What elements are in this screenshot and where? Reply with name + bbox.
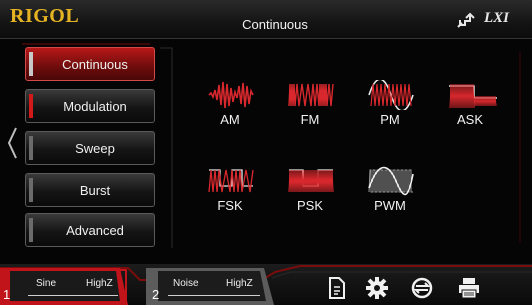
channel-underline — [28, 295, 118, 296]
menu-item-label: Burst — [79, 183, 111, 198]
gear-icon[interactable] — [365, 276, 389, 300]
am-waveform-icon — [208, 81, 254, 109]
mod-type-label: AM — [220, 112, 240, 127]
menu-item-indicator — [29, 94, 33, 118]
menu-item-continuous[interactable]: Continuous — [25, 47, 155, 81]
menu-item-indicator — [29, 218, 33, 242]
brand-logo: RIGOL — [10, 5, 80, 27]
lan-connection-icon — [457, 12, 475, 28]
fm-waveform-icon — [288, 83, 334, 107]
mod-type-label: ASK — [456, 112, 483, 127]
page-title: Continuous — [242, 17, 308, 32]
channel-2-background — [146, 268, 274, 305]
sync-icon[interactable] — [410, 276, 434, 300]
menu-item-advanced[interactable]: Advanced — [25, 213, 155, 247]
channel-number: 1 — [3, 287, 11, 302]
chevron-left-icon[interactable] — [6, 126, 18, 160]
menu-item-label: Advanced — [66, 223, 124, 238]
mod-type-pwm[interactable]: PWM — [350, 166, 430, 228]
channel-waveform: Noise — [173, 278, 199, 289]
header-bar: RIGOL Continuous LXI — [0, 0, 532, 39]
channel-1-status[interactable]: 1 Sine HighZ — [0, 268, 128, 305]
menu-item-label: Sweep — [75, 141, 115, 156]
mod-type-fsk[interactable]: FSK — [190, 166, 270, 228]
channel-2-status[interactable]: 2 Noise HighZ — [146, 268, 274, 305]
menu-item-label: Modulation — [63, 99, 127, 114]
mod-type-label: PM — [380, 112, 400, 127]
ask-waveform-icon — [449, 83, 497, 109]
channel-number: 2 — [152, 287, 160, 302]
menu-item-burst[interactable]: Burst — [25, 173, 155, 207]
mod-type-label: FSK — [217, 198, 243, 213]
menu-item-indicator — [29, 52, 33, 76]
mod-type-label: FM — [300, 112, 320, 127]
mod-type-am[interactable]: AM — [190, 80, 270, 142]
mod-type-label: PWM — [374, 198, 406, 213]
channel-load: HighZ — [226, 278, 253, 289]
menu-item-indicator — [29, 136, 33, 160]
psk-waveform-icon — [288, 169, 334, 193]
menu-item-modulation[interactable]: Modulation — [25, 89, 155, 123]
mod-type-label: PSK — [296, 198, 323, 213]
channel-waveform: Sine — [36, 278, 57, 289]
lxi-label: LXI — [484, 10, 510, 26]
pm-waveform-icon — [368, 80, 414, 110]
pwm-waveform-icon — [368, 166, 414, 196]
channel-underline — [168, 295, 260, 296]
menu-item-label: Continuous — [62, 57, 128, 72]
channel-load: HighZ — [86, 278, 113, 289]
fsk-waveform-icon — [208, 169, 254, 193]
mod-type-psk[interactable]: PSK — [270, 166, 350, 228]
printer-icon[interactable] — [456, 276, 482, 300]
mod-type-ask[interactable]: ASK — [430, 80, 510, 142]
menu-item-indicator — [29, 178, 33, 202]
file-icon[interactable] — [327, 276, 347, 300]
menu-item-sweep[interactable]: Sweep — [25, 131, 155, 165]
mod-type-pm[interactable]: PM — [350, 80, 430, 142]
mod-type-fm[interactable]: FM — [270, 80, 350, 142]
